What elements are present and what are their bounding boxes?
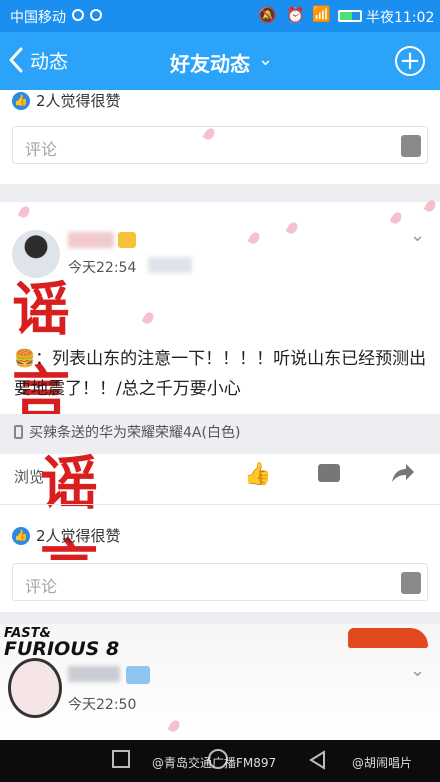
battery-icon — [338, 10, 362, 22]
avatar[interactable] — [8, 658, 62, 718]
petal-decoration — [17, 204, 32, 220]
post-menu-chevron-icon[interactable]: ⌄ — [410, 660, 425, 681]
post-time: 今天22:50 — [68, 697, 137, 713]
back-button[interactable]: 动态 — [8, 45, 68, 75]
post1-likes-row[interactable]: 👍 2人觉得很赞 — [12, 90, 121, 111]
carrier-label: 中国移动 — [10, 10, 66, 26]
username-blurred[interactable] — [68, 232, 114, 248]
gift-icon[interactable] — [401, 572, 421, 594]
chevron-down-icon: ⌄ — [258, 49, 274, 70]
likes-count: 2人觉得很赞 — [36, 527, 121, 545]
watermark-right: @胡闹唱片 — [352, 756, 413, 770]
thumbs-up-icon: 👍 — [12, 526, 30, 545]
comment-placeholder: 评论 — [25, 140, 58, 159]
post-menu-chevron-icon[interactable]: ⌄ — [410, 225, 425, 246]
share-icon[interactable] — [390, 462, 416, 484]
alarm-icon: ⏰ — [286, 6, 305, 24]
title-bar: 动态 好友动态 ⌄ + — [0, 32, 440, 90]
add-button[interactable]: + — [395, 46, 425, 76]
comment-action-icon[interactable] — [318, 464, 340, 482]
back-label: 动态 — [30, 50, 69, 73]
system-nav-bar: @青岛交通广播FM897 @胡闹唱片 — [0, 740, 440, 782]
banner-logo-line2: FURIOUS 8 — [4, 638, 120, 660]
feed-filter-dropdown[interactable]: 好友动态 ⌄ — [170, 48, 273, 77]
petal-decoration — [285, 220, 300, 236]
post-content: 🍔：列表山东的注意一下！！！！听说山东已经预测出要地震了！！/总之千万要小心 — [14, 349, 427, 399]
section-divider — [0, 612, 440, 624]
post2-comment-input[interactable]: 评论 — [12, 563, 428, 601]
mute-icon: 🔕 — [258, 6, 277, 24]
plus-icon: + — [399, 46, 421, 76]
petal-decoration — [247, 230, 262, 246]
section-divider — [0, 184, 440, 202]
car-decoration — [348, 628, 428, 648]
vip-badge-icon — [118, 232, 136, 248]
watermark-left: @青岛交通广播FM897 — [152, 756, 277, 770]
gift-icon[interactable] — [401, 135, 421, 157]
status-bar: 中国移动 🔕 ⏰ 📶 半夜11:02 — [0, 0, 440, 32]
username-blurred[interactable] — [68, 666, 120, 682]
comment-placeholder: 评论 — [25, 577, 58, 596]
petal-decoration — [389, 210, 404, 226]
page-title: 好友动态 — [170, 52, 250, 76]
thumbs-up-icon: 👍 — [12, 91, 30, 110]
notification-icon-2 — [90, 9, 102, 21]
back-nav-icon[interactable] — [308, 750, 326, 770]
post1-comment-input[interactable]: 评论 — [12, 126, 428, 164]
phone-icon — [14, 425, 23, 439]
post2-likes-row[interactable]: 👍 2人觉得很赞 — [12, 525, 121, 546]
recent-apps-icon[interactable] — [112, 750, 130, 768]
like-action-icon[interactable]: 👍 — [244, 462, 271, 487]
wifi-icon: 📶 — [312, 5, 331, 23]
clock: 半夜11:02 — [366, 10, 435, 26]
divider — [0, 504, 440, 505]
back-arrow-icon — [9, 47, 23, 73]
likes-count: 2人觉得很赞 — [36, 92, 121, 110]
notification-icon — [72, 9, 84, 21]
vip-badge-icon — [126, 666, 150, 684]
